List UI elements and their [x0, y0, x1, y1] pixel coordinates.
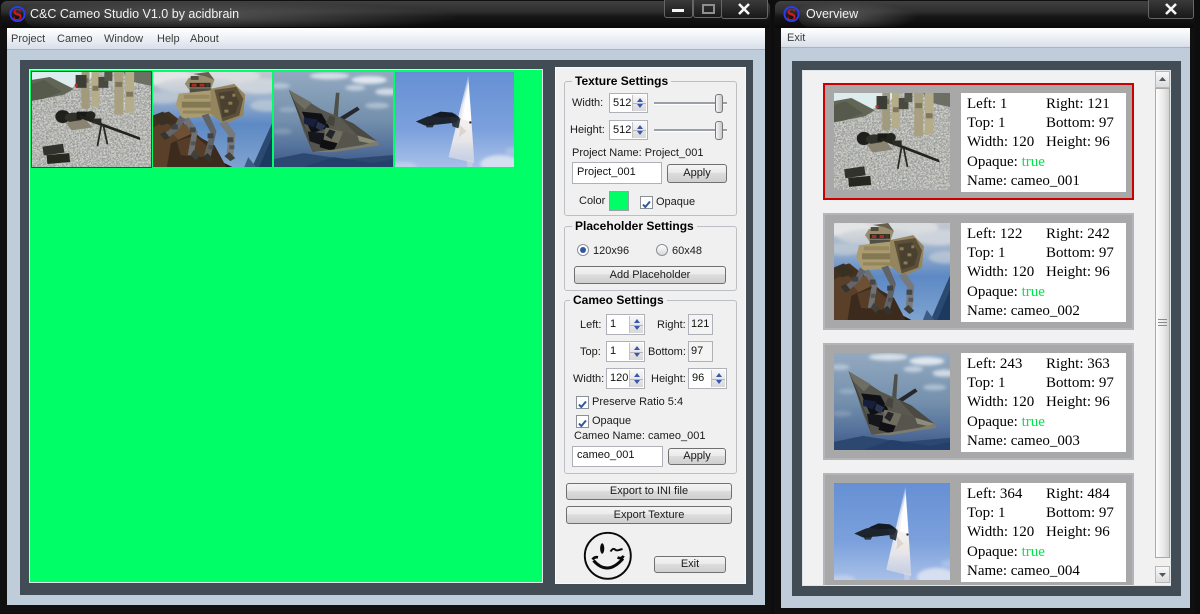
svg-text:S: S [13, 5, 22, 23]
svg-text:S: S [787, 5, 796, 23]
